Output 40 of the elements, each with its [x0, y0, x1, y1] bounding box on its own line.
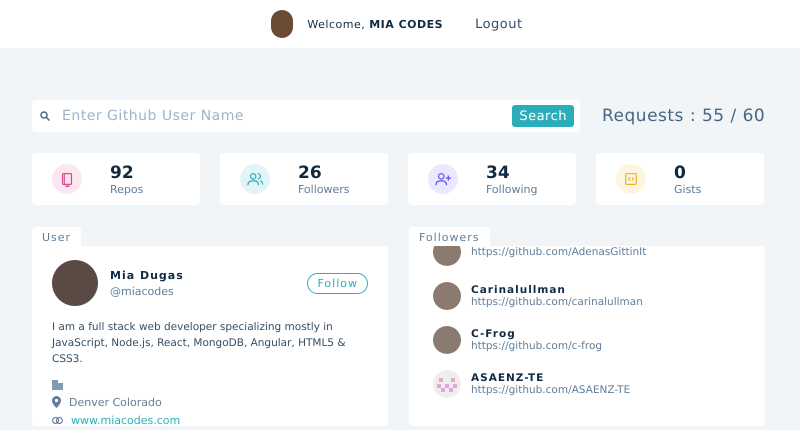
- user-handle: @miacodes: [110, 284, 175, 298]
- user-name: Mia Dugas: [110, 268, 184, 282]
- website-link[interactable]: www.miacodes.com: [71, 414, 180, 426]
- follower-photo: [433, 326, 461, 354]
- user-bio: I am a full stack web developer specializing mostly in JavaScript, Node.js, React, MongoDB, Angular, HTML5 & CSS3.: [52, 320, 347, 367]
- stat-value: 92: [110, 162, 135, 182]
- code-file-icon: [623, 171, 639, 187]
- stat-value: 34: [486, 162, 511, 182]
- person-plus-icon: [435, 171, 451, 187]
- book-icon: [59, 171, 75, 187]
- link-icon: [52, 416, 63, 424]
- logout-button[interactable]: Logout: [469, 16, 529, 32]
- search-field[interactable]: Enter Github User Name Search: [32, 100, 580, 132]
- requests-count: Requests : 55 / 60: [602, 106, 766, 126]
- stat-label: Repos: [110, 182, 144, 196]
- user-location: Denver Colorado: [69, 396, 162, 408]
- pattern-avatar-icon: [433, 370, 461, 398]
- follower-url: https://github.com/carinalullman: [471, 296, 643, 308]
- search-icon: [40, 111, 50, 121]
- follower-photo: [433, 246, 461, 266]
- stat-label: Followers: [298, 182, 350, 196]
- follower-url: https://github.com/c-frog: [471, 340, 602, 352]
- welcome-text: Welcome, MIA CODES: [307, 18, 444, 30]
- search-button[interactable]: Search: [512, 105, 574, 127]
- building-icon: [52, 378, 63, 390]
- avatar-image: [271, 10, 294, 38]
- stat-value: 0: [674, 162, 687, 182]
- stat-label: Following: [486, 182, 538, 196]
- follower-name: C-Frog: [471, 328, 517, 340]
- location-pin-icon: [52, 396, 61, 408]
- stat-label: Gists: [674, 182, 702, 196]
- follower-url: https://github.com/ASAENZ-TE: [471, 384, 630, 396]
- profile-photo: [52, 260, 98, 306]
- follower-photo: [433, 282, 461, 310]
- follower-url: https://github.com/AdenasGittinIt: [471, 246, 646, 258]
- follower-name: Carinalullman: [471, 284, 567, 296]
- follow-button[interactable]: Follow: [307, 272, 368, 294]
- stat-value: 26: [298, 162, 323, 182]
- people-icon: [247, 171, 263, 187]
- follower-name: ASAENZ-TE: [471, 372, 546, 384]
